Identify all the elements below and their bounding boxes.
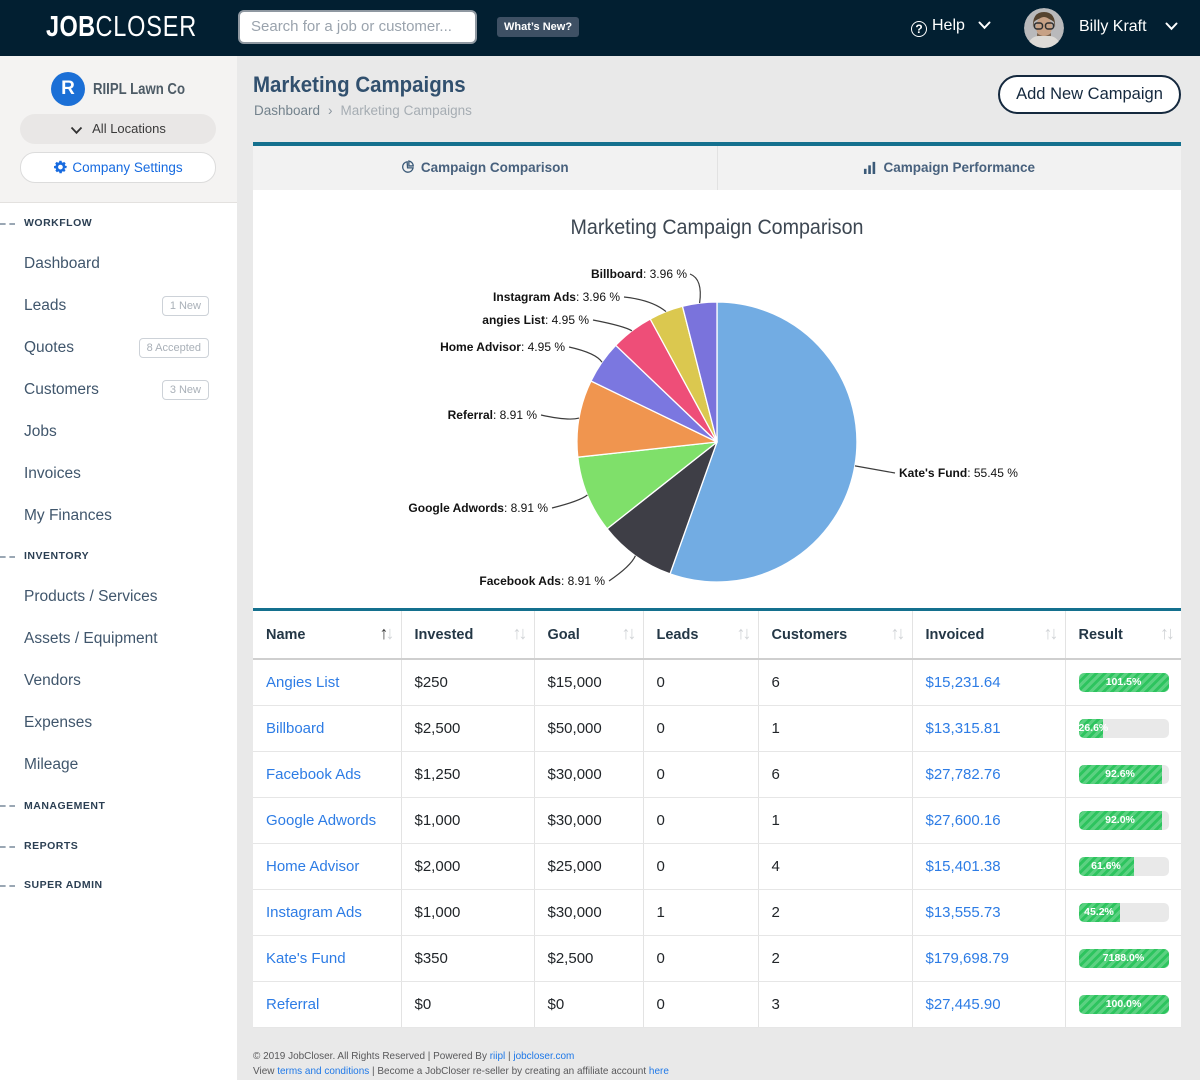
svg-text:Referral: 8.91 %: Referral: 8.91 % <box>448 408 538 422</box>
svg-text:Facebook Ads: 8.91 %: Facebook Ads: 8.91 % <box>479 574 605 588</box>
svg-text:Marketing Campaign Comparison: Marketing Campaign Comparison <box>571 215 864 239</box>
svg-text:Billboard: 3.96 %: Billboard: 3.96 % <box>591 267 687 281</box>
svg-text:Home Advisor: 4.95 %: Home Advisor: 4.95 % <box>440 340 565 354</box>
svg-text:angies List: 4.95 %: angies List: 4.95 % <box>482 313 589 327</box>
svg-text:Kate's Fund: 55.45 %: Kate's Fund: 55.45 % <box>899 466 1018 480</box>
svg-text:Google Adwords: 8.91 %: Google Adwords: 8.91 % <box>408 501 548 515</box>
svg-text:Instagram Ads: 3.96 %: Instagram Ads: 3.96 % <box>493 290 620 304</box>
